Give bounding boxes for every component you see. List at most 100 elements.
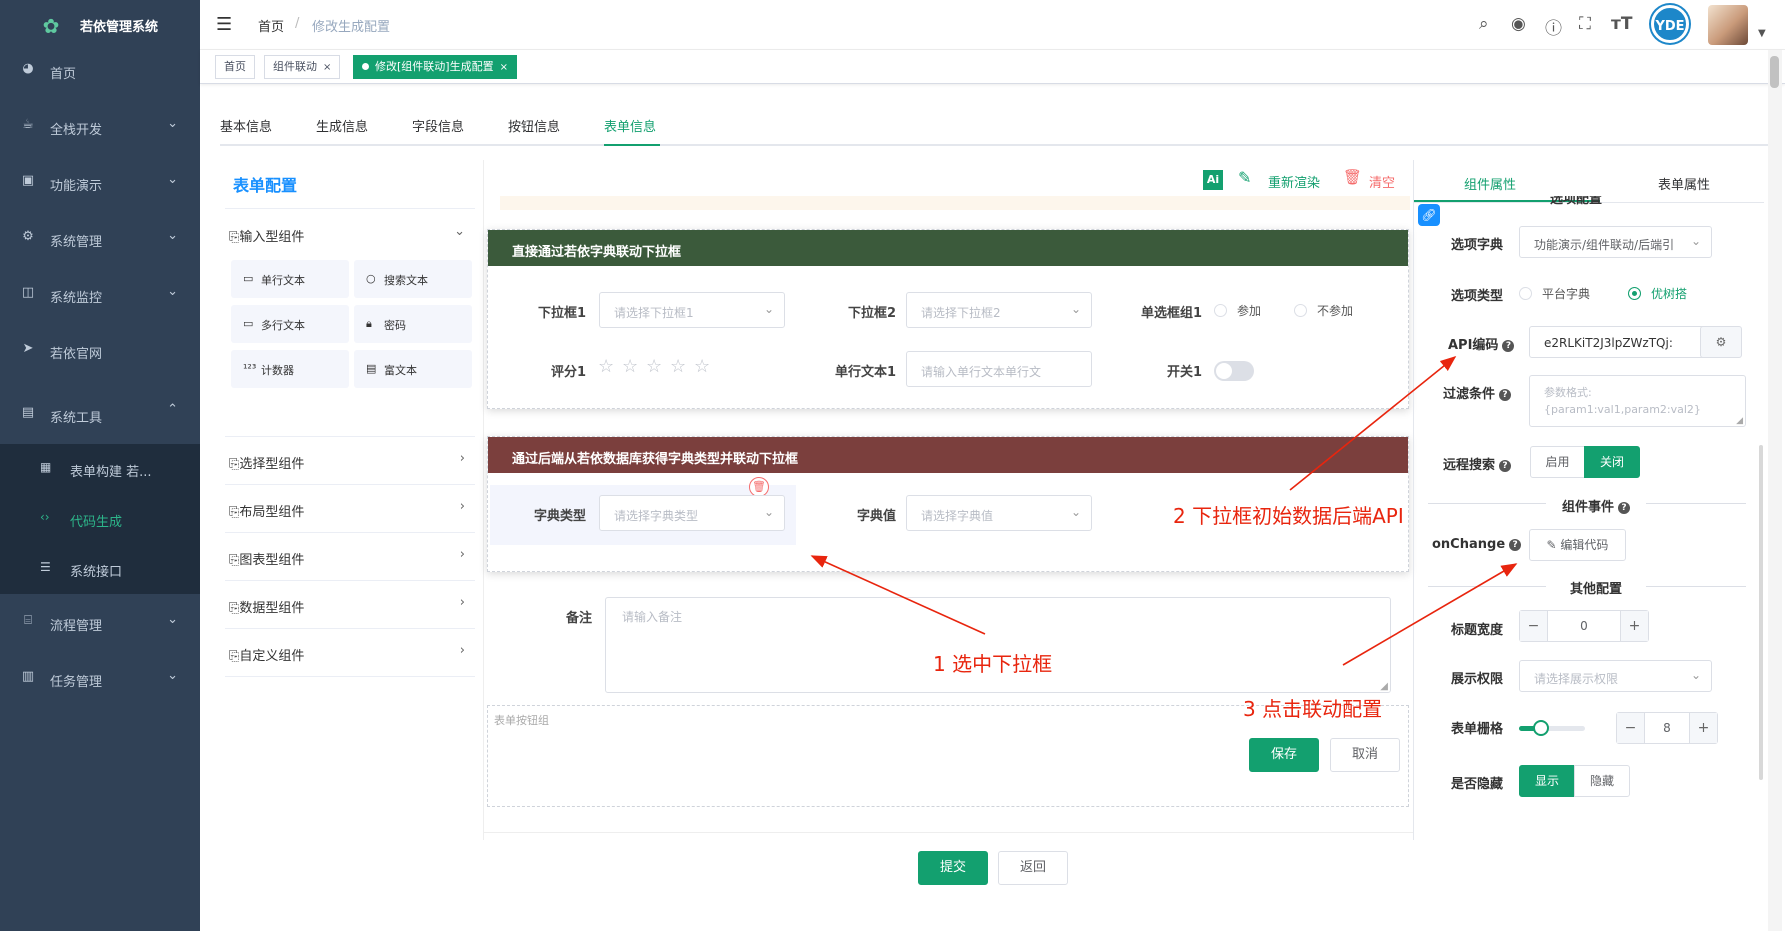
select2-dropdown[interactable]: 请选择下拉框2 ⌄ (906, 292, 1092, 328)
tag-linkage[interactable]: 组件联动 × (264, 55, 341, 79)
group-data[interactable]: ⎘数据型组件 › (225, 581, 475, 629)
star-icon[interactable]: ☆ (646, 356, 662, 377)
resize-handle-icon[interactable]: ◢ (1380, 681, 1388, 692)
cancel-button[interactable]: 取消 (1330, 738, 1400, 772)
font-size-icon[interactable]: ᴛT (1611, 14, 1632, 34)
github-icon[interactable]: ◉ (1511, 14, 1526, 34)
close-icon[interactable]: × (323, 62, 331, 73)
sidebar-subitem-api[interactable]: ☰ 系统接口 (0, 544, 200, 594)
text-input[interactable]: 请输入单行文本单行文 (906, 351, 1092, 387)
radio-platform-dict[interactable]: 平台字典 (1519, 285, 1590, 302)
filter-textarea[interactable]: 参数格式:{param1:val1,param2:val2} ◢ (1529, 375, 1746, 427)
star-icon[interactable]: ☆ (598, 356, 614, 377)
field-label: 单选框组1 (1140, 306, 1202, 321)
minus-icon[interactable]: − (1520, 611, 1548, 641)
fullscreen-icon[interactable]: ⛶ (1579, 14, 1591, 34)
remote-close-button[interactable]: 关闭 (1584, 446, 1640, 478)
lock-icon: 🔒︎ (366, 317, 372, 330)
radio-youshuda[interactable]: 优树搭 (1628, 285, 1687, 302)
group-input[interactable]: ⎘输入型组件 ⌄ (225, 210, 475, 258)
group-custom[interactable]: ⎘自定义组件 › (225, 629, 475, 677)
active-dot (362, 63, 369, 70)
link-icon[interactable]: 🔗︎ (1418, 204, 1440, 226)
comp-password[interactable]: 🔒︎ 密码 (354, 305, 472, 343)
trash-icon[interactable]: 🗑︎ (1343, 168, 1362, 186)
comp-search-text[interactable]: ○ 搜索文本 (354, 260, 472, 298)
sidebar-item-tools[interactable]: ▤ 系统工具 ⌃ (0, 388, 200, 444)
remark-textarea[interactable]: 请输入备注 ◢ (605, 597, 1391, 693)
back-button[interactable]: 返回 (998, 851, 1068, 885)
panel-scrollbar[interactable] (1759, 445, 1763, 780)
sidebar-subitem-formbuild[interactable]: ▦ 表单构建 若... (0, 444, 200, 494)
star-icon[interactable]: ☆ (622, 356, 638, 377)
comp-single-text[interactable]: ▭ 单行文本 (231, 260, 349, 298)
dict-value-dropdown[interactable]: 请选择字典值 ⌄ (906, 495, 1092, 531)
group-chart[interactable]: ⎘图表型组件 › (225, 533, 475, 581)
ai-button[interactable]: Ai (1203, 170, 1223, 190)
close-icon[interactable]: × (500, 62, 508, 73)
search-icon[interactable]: ⌕ (1479, 14, 1489, 34)
show-button[interactable]: 显示 (1519, 765, 1575, 797)
sidebar-item-task[interactable]: ▥ 任务管理 ⌄ (0, 650, 200, 706)
caret-down-icon[interactable]: ▼ (1758, 28, 1766, 39)
dict-select[interactable]: 功能演示/组件联动/后端引 ⌄ (1519, 226, 1712, 258)
yde-avatar[interactable]: YDE (1651, 5, 1689, 43)
minus-icon[interactable]: − (1617, 713, 1645, 743)
resize-handle-icon[interactable]: ◢ (1736, 416, 1743, 426)
question-icon[interactable]: ⓘ (1545, 14, 1562, 39)
select1-dropdown[interactable]: 请选择下拉框1 ⌄ (599, 292, 785, 328)
title-width-stepper[interactable]: −0 + (1519, 610, 1649, 642)
tab-buttons[interactable]: 按钮信息 (508, 116, 560, 135)
sidebar-item-flow[interactable]: ⌸ 流程管理 ⌄ (0, 594, 200, 650)
sidebar-item-home[interactable]: ◕ 首页 (0, 42, 200, 98)
breadcrumb-home[interactable]: 首页 (258, 16, 284, 35)
card-dict-linkage[interactable]: 直接通过若依字典联动下拉框 下拉框1 请选择下拉框1 ⌄ 下拉框2 请选择下拉框2… (487, 229, 1409, 409)
tab-basic[interactable]: 基本信息 (220, 116, 272, 135)
edit-icon[interactable]: ✎ (1238, 168, 1251, 187)
star-icon[interactable]: ☆ (670, 356, 686, 377)
sidebar-item-demo[interactable]: ▣ 功能演示 ⌄ (0, 154, 200, 210)
sidebar-item-site[interactable]: ➤ 若依官网 (0, 322, 200, 378)
sidebar-subitem-codegen[interactable]: ‹› 代码生成 (0, 494, 200, 544)
delete-icon[interactable]: 🗑︎ (749, 477, 769, 497)
dict-type-dropdown[interactable]: 请选择字典类型 ⌄ (599, 495, 785, 531)
rerender-button[interactable]: 重新渲染 (1268, 172, 1320, 191)
comp-textarea[interactable]: ▭ 多行文本 (231, 305, 349, 343)
hide-button[interactable]: 隐藏 (1574, 765, 1630, 797)
remote-enable-button[interactable]: 启用 (1530, 446, 1585, 478)
submit-button[interactable]: 提交 (918, 851, 988, 885)
comp-counter[interactable]: ¹²³ 计数器 (231, 350, 349, 388)
tab-component-props[interactable]: 组件属性 (1464, 174, 1516, 193)
tab-form-props[interactable]: 表单属性 (1658, 174, 1710, 193)
perm-select[interactable]: 请选择展示权限 ⌄ (1519, 660, 1712, 692)
gear-icon[interactable]: ⚙ (1700, 326, 1742, 358)
grid-slider[interactable] (1519, 720, 1585, 736)
comp-richtext[interactable]: ▤ 富文本 (354, 350, 472, 388)
radio-not-join[interactable]: 不参加 (1294, 302, 1353, 319)
group-select[interactable]: ⎘选择型组件 › (225, 437, 475, 485)
clear-button[interactable]: 清空 (1369, 172, 1395, 191)
api-code-input[interactable]: e2RLKiT2J3lpZWzTQj: (1529, 326, 1718, 358)
grid-stepper[interactable]: −8 + (1616, 712, 1718, 744)
save-button[interactable]: 保存 (1249, 738, 1319, 772)
page-scrollbar-thumb[interactable] (1770, 56, 1779, 88)
sidebar-item-fullstack[interactable]: ☕ 全栈开发 ⌄ (0, 98, 200, 154)
slider-handle[interactable] (1533, 720, 1549, 736)
avatar[interactable] (1708, 5, 1748, 45)
group-layout[interactable]: ⎘布局型组件 › (225, 485, 475, 533)
tag-edit-config[interactable]: 修改[组件联动]生成配置 × (353, 55, 517, 79)
edit-code-button[interactable]: ✎ 编辑代码 (1529, 529, 1626, 561)
switch-toggle[interactable] (1214, 361, 1254, 381)
tab-gen[interactable]: 生成信息 (316, 116, 368, 135)
star-icon[interactable]: ☆ (694, 356, 710, 377)
plus-icon[interactable]: + (1620, 611, 1648, 641)
page-scrollbar[interactable] (1768, 50, 1782, 931)
radio-join[interactable]: 参加 (1214, 302, 1261, 319)
plus-icon[interactable]: + (1689, 713, 1717, 743)
tag-home[interactable]: 首页 (215, 55, 255, 79)
hamburger-icon[interactable]: ☰ (216, 14, 232, 35)
sidebar-item-system[interactable]: ⚙ 系统管理 ⌄ (0, 210, 200, 266)
sidebar-item-monitor[interactable]: ◫ 系统监控 ⌄ (0, 266, 200, 322)
tab-fields[interactable]: 字段信息 (412, 116, 464, 135)
tab-form[interactable]: 表单信息 (604, 116, 656, 135)
